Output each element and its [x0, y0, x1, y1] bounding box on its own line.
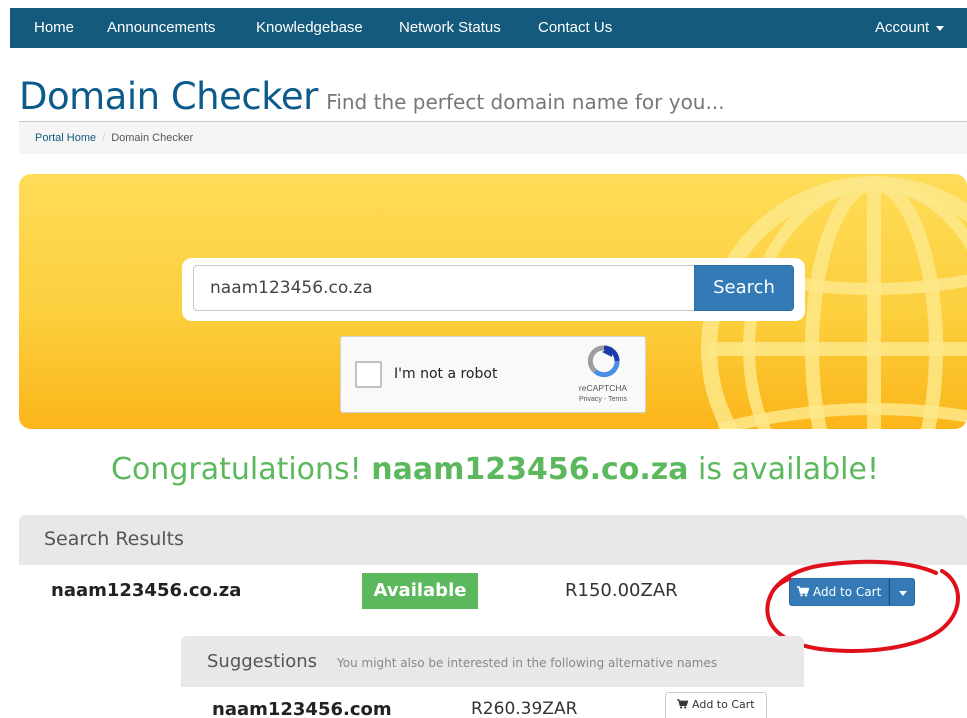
suggestion-add-to-cart-label: Add to Cart	[692, 698, 755, 711]
nav-announcements[interactable]: Announcements	[107, 19, 215, 36]
suggestion-domain-name: naam123456.com	[212, 699, 392, 718]
congrats-suffix: is available!	[698, 452, 879, 487]
top-navbar: Home Announcements Knowledgebase Network…	[10, 8, 967, 48]
nav-home[interactable]: Home	[34, 19, 74, 36]
page-subtitle: Find the perfect domain name for you...	[326, 90, 725, 114]
recaptcha-brand: reCAPTCHA	[578, 383, 628, 393]
result-price: R150.00ZAR	[565, 580, 678, 601]
page-header: Domain Checker Find the perfect domain n…	[19, 75, 725, 118]
availability-message: Congratulations! naam123456.co.za is ava…	[0, 452, 967, 487]
recaptcha-logo-icon	[588, 345, 620, 378]
cart-icon	[677, 699, 688, 709]
breadcrumb-home-link[interactable]: Portal Home	[35, 132, 96, 144]
domain-search-input[interactable]	[193, 265, 695, 311]
recaptcha-widget: I'm not a robot reCAPTCHA Privacy - Term…	[340, 336, 646, 413]
recaptcha-privacy-terms-link[interactable]: Privacy - Terms	[573, 396, 633, 403]
nav-network-status[interactable]: Network Status	[399, 19, 501, 36]
caret-down-icon	[936, 25, 945, 31]
nav-account-menu[interactable]: Account	[875, 19, 945, 36]
nav-knowledgebase[interactable]: Knowledgebase	[256, 19, 363, 36]
nav-contact-us[interactable]: Contact Us	[538, 19, 612, 36]
suggestion-price: R260.39ZAR	[471, 699, 578, 718]
search-button[interactable]: Search	[694, 265, 794, 311]
breadcrumb-separator: /	[102, 132, 106, 144]
recaptcha-label: I'm not a robot	[394, 366, 498, 382]
status-badge: Available	[362, 573, 478, 609]
result-domain-name: naam123456.co.za	[51, 580, 242, 601]
suggestions-subheading: You might also be interested in the foll…	[337, 656, 718, 670]
congrats-prefix: Congratulations!	[111, 452, 362, 487]
suggestions-heading-bar: Suggestions You might also be interested …	[181, 636, 804, 687]
breadcrumb-current: Domain Checker	[111, 132, 194, 144]
recaptcha-checkbox[interactable]	[355, 361, 382, 388]
page-title: Domain Checker	[19, 75, 318, 118]
nav-account-label: Account	[875, 19, 930, 36]
congrats-domain: naam123456.co.za	[371, 452, 689, 487]
breadcrumb: Portal Home / Domain Checker	[19, 121, 967, 154]
suggestion-add-to-cart-button[interactable]: Add to Cart	[665, 692, 767, 718]
suggestions-heading: Suggestions	[207, 651, 317, 672]
